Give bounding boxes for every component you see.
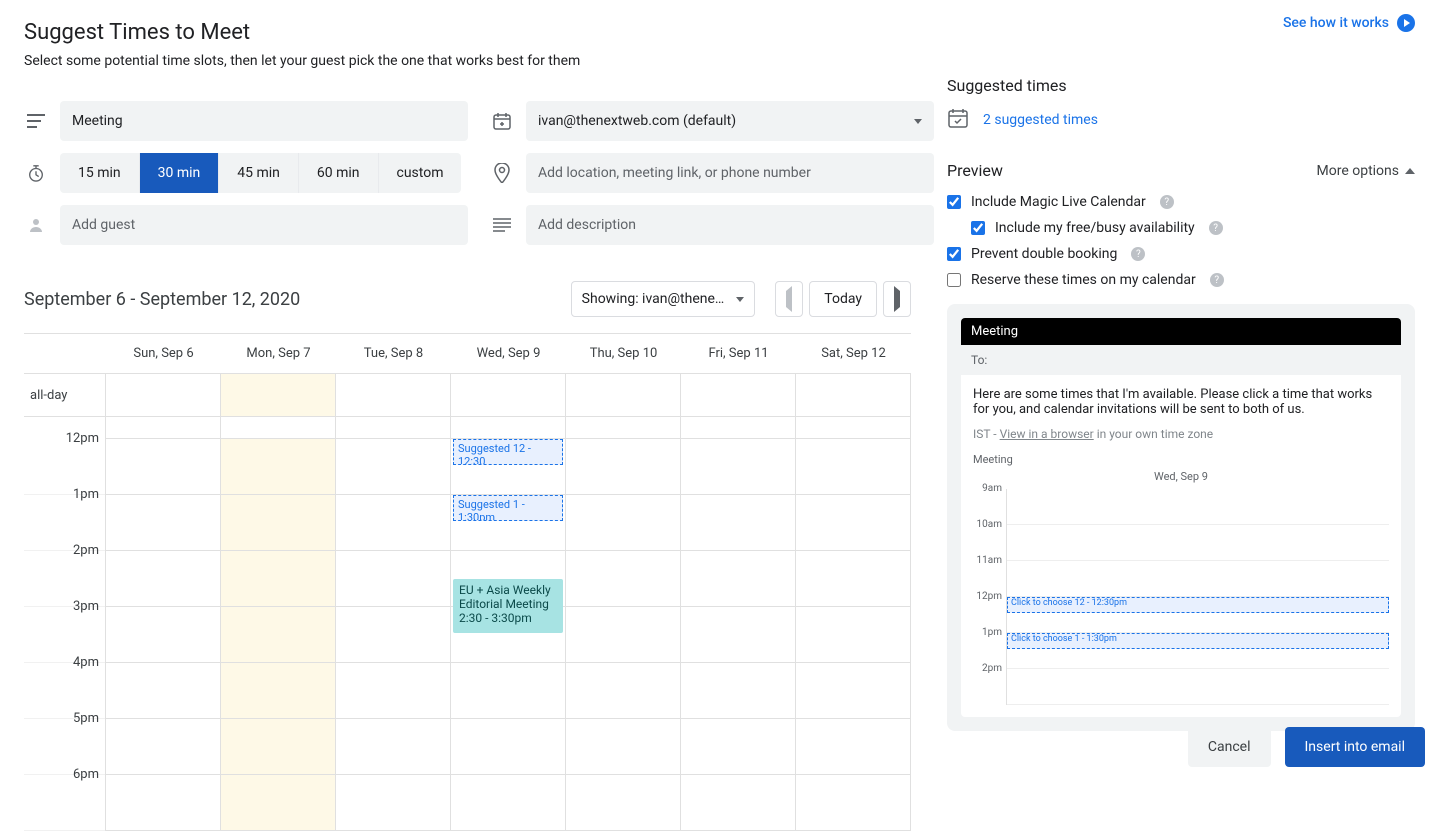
email-body-text: Here are some times that I'm available. … xyxy=(973,387,1389,417)
preview-title: Preview xyxy=(947,161,1003,180)
day-header: Thu, Sep 10 xyxy=(566,334,681,373)
mini-time-label: 2pm xyxy=(973,669,1007,705)
description-icon xyxy=(490,218,514,232)
duration-button-30min[interactable]: 30 min xyxy=(140,153,220,193)
chevron-down-icon xyxy=(736,297,744,302)
page-title: Suggest Times to Meet xyxy=(24,20,911,45)
help-icon[interactable]: ? xyxy=(1209,221,1223,235)
see-how-it-works-link[interactable]: See how it works xyxy=(1283,14,1415,32)
reserve-checkbox[interactable] xyxy=(947,273,961,287)
day-header: Mon, Sep 7 xyxy=(221,334,336,373)
location-input[interactable]: Add location, meeting link, or phone num… xyxy=(526,153,934,193)
magic-calendar-checkbox[interactable] xyxy=(947,195,961,209)
chevron-up-icon xyxy=(1405,168,1415,174)
email-to-field: To: xyxy=(961,345,1401,375)
allday-cell[interactable] xyxy=(106,374,221,416)
allday-cell[interactable] xyxy=(451,374,566,416)
allday-cell[interactable] xyxy=(336,374,451,416)
day-column[interactable] xyxy=(106,439,221,831)
mini-slot[interactable] xyxy=(1007,561,1389,597)
mini-suggested-slot[interactable]: Click to choose 12 - 12:30pm xyxy=(1007,597,1389,613)
time-label: 4pm xyxy=(73,655,99,670)
allday-cell[interactable] xyxy=(681,374,796,416)
allday-cell[interactable] xyxy=(796,374,911,416)
allday-label: all-day xyxy=(24,374,106,416)
allday-cell[interactable] xyxy=(566,374,681,416)
description-input[interactable]: Add description xyxy=(526,205,934,245)
duration-button-60min[interactable]: 60 min xyxy=(299,153,379,193)
play-icon xyxy=(1397,14,1415,32)
person-icon xyxy=(24,217,48,233)
double-booking-checkbox[interactable] xyxy=(947,247,961,261)
meeting-title-input[interactable]: Meeting xyxy=(60,101,468,141)
time-label: 6pm xyxy=(73,767,99,782)
day-header: Tue, Sep 8 xyxy=(336,334,451,373)
help-icon[interactable]: ? xyxy=(1210,273,1224,287)
duration-button-custom[interactable]: custom xyxy=(379,153,462,193)
mini-slot[interactable] xyxy=(1007,525,1389,561)
day-column[interactable] xyxy=(681,439,796,831)
mini-suggested-slot[interactable]: Click to choose 1 - 1:30pm xyxy=(1007,633,1389,649)
day-column[interactable] xyxy=(796,439,911,831)
double-booking-label[interactable]: Prevent double booking xyxy=(971,246,1117,262)
guest-input[interactable]: Add guest xyxy=(60,205,468,245)
time-label: 3pm xyxy=(73,599,99,614)
freebusy-label[interactable]: Include my free/busy availability xyxy=(995,220,1195,236)
time-label: 1pm xyxy=(73,487,99,502)
calendar-event[interactable]: EU + Asia Weekly Editorial Meeting2:30 -… xyxy=(453,579,563,633)
mini-meeting-label: Meeting xyxy=(973,453,1389,466)
insert-into-email-button[interactable]: Insert into email xyxy=(1285,727,1426,767)
help-icon[interactable]: ? xyxy=(1160,195,1174,209)
allday-cell[interactable] xyxy=(221,374,336,416)
day-column[interactable] xyxy=(566,439,681,831)
email-subject: Meeting xyxy=(961,318,1401,345)
calendar-check-icon xyxy=(947,107,969,133)
suggested-times-title: Suggested times xyxy=(947,76,1415,95)
mini-slot[interactable]: Click to choose 12 - 12:30pm xyxy=(1007,597,1389,633)
today-button[interactable]: Today xyxy=(809,281,877,317)
mini-date: Wed, Sep 9 xyxy=(973,470,1389,483)
freebusy-checkbox[interactable] xyxy=(971,221,985,235)
day-column[interactable] xyxy=(221,439,336,831)
next-week-button[interactable] xyxy=(883,281,911,317)
reserve-label[interactable]: Reserve these times on my calendar xyxy=(971,272,1196,288)
time-label: 2pm xyxy=(73,543,99,558)
duration-icon xyxy=(24,164,48,182)
date-range: September 6 - September 12, 2020 xyxy=(24,289,300,310)
day-header: Sat, Sep 12 xyxy=(796,334,911,373)
day-column[interactable] xyxy=(336,439,451,831)
day-header: Fri, Sep 11 xyxy=(681,334,796,373)
help-icon[interactable]: ? xyxy=(1131,247,1145,261)
prev-week-button[interactable] xyxy=(775,281,803,317)
day-column[interactable]: Suggested 12 - 12:30═ Suggested 1 - 1:30p… xyxy=(451,439,566,831)
mini-slot[interactable]: Click to choose 1 - 1:30pm xyxy=(1007,633,1389,669)
mini-slot[interactable] xyxy=(1007,489,1389,525)
duration-button-15min[interactable]: 15 min xyxy=(60,153,140,193)
day-header: Sun, Sep 6 xyxy=(106,334,221,373)
suggested-slot[interactable]: Suggested 12 - 12:30═ xyxy=(453,439,563,465)
showing-dropdown[interactable]: Showing: ivan@thene… xyxy=(571,281,756,317)
time-label: 5pm xyxy=(73,711,99,726)
title-icon xyxy=(24,114,48,128)
page-subtitle: Select some potential time slots, then l… xyxy=(24,53,911,69)
calendar-icon xyxy=(490,112,514,130)
magic-calendar-label[interactable]: Include Magic Live Calendar xyxy=(971,194,1146,210)
more-options-toggle[interactable]: More options xyxy=(1317,163,1416,179)
cancel-button[interactable]: Cancel xyxy=(1188,727,1271,767)
view-in-browser-link[interactable]: View in a browser xyxy=(1000,427,1094,441)
mini-slot[interactable] xyxy=(1007,669,1389,705)
duration-button-45min[interactable]: 45 min xyxy=(219,153,299,193)
suggested-slot[interactable]: Suggested 1 - 1:30pm═ xyxy=(453,495,563,521)
suggested-times-link[interactable]: 2 suggested times xyxy=(983,112,1098,128)
location-icon xyxy=(490,163,514,183)
day-header: Wed, Sep 9 xyxy=(451,334,566,373)
time-label: 12pm xyxy=(66,431,99,446)
chevron-down-icon xyxy=(914,119,922,124)
calendar-select[interactable]: ivan@thenextweb.com (default) xyxy=(526,101,934,141)
